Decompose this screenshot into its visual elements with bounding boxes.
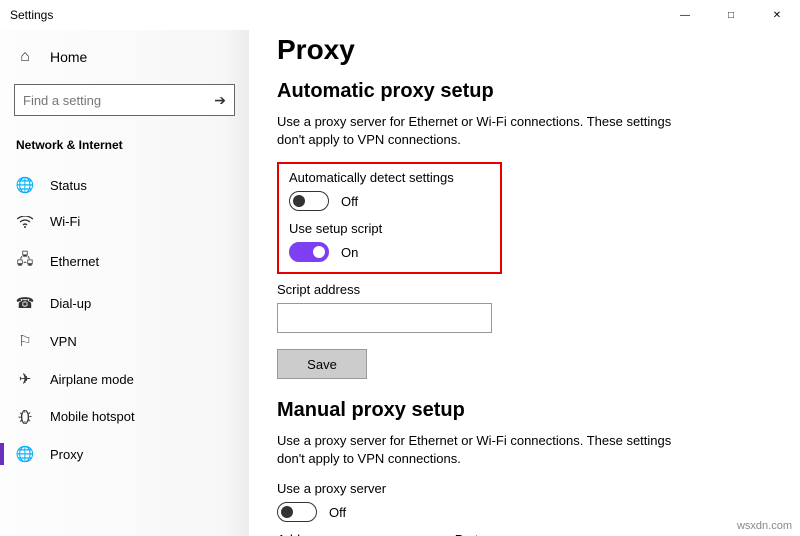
sidebar-item-label: Wi-Fi [50,214,80,229]
sidebar-item-label: Mobile hotspot [50,409,135,424]
maximize-button[interactable]: □ [708,0,754,30]
sidebar-item-label: Airplane mode [50,372,134,387]
minimize-button[interactable]: — [662,0,708,30]
use-proxy-toggle[interactable] [277,502,317,522]
manual-address-label: Address [277,532,325,536]
home-icon: ⌂ [16,48,34,66]
use-proxy-label: Use a proxy server [277,481,772,496]
sidebar: ⌂ Home ➔ Network & Internet 🌐 Status Wi-… [0,30,249,536]
close-button[interactable]: ✕ [754,0,800,30]
sidebar-item-label: Ethernet [50,254,99,269]
search-input[interactable] [23,93,214,108]
sidebar-item-vpn[interactable]: ⚐ VPN [0,322,249,360]
home-label: Home [50,49,87,65]
status-icon: 🌐 [16,176,34,194]
script-toggle[interactable] [289,242,329,262]
window-title: Settings [10,8,53,22]
script-state: On [341,245,358,260]
airplane-icon: ✈ [16,370,34,388]
detect-label: Automatically detect settings [289,170,490,185]
sidebar-item-label: VPN [50,334,77,349]
home-nav[interactable]: ⌂ Home [0,40,249,74]
vpn-icon: ⚐ [16,332,34,350]
search-input-container[interactable]: ➔ [14,84,235,116]
auto-desc: Use a proxy server for Ethernet or Wi-Fi… [277,113,677,148]
ethernet-icon: 🖧 [16,249,34,274]
sidebar-item-airplane[interactable]: ✈ Airplane mode [0,360,249,398]
sidebar-item-status[interactable]: 🌐 Status [0,166,249,204]
detect-state: Off [341,194,358,209]
script-label: Use setup script [289,221,490,236]
watermark: wsxdn.com [737,520,792,532]
sidebar-item-label: Proxy [50,447,83,462]
save-button[interactable]: Save [277,349,367,379]
sidebar-item-label: Dial-up [50,296,91,311]
detect-toggle[interactable] [289,191,329,211]
sidebar-item-wifi[interactable]: Wi-Fi [0,204,249,239]
wifi-icon [16,216,34,228]
sidebar-item-hotspot[interactable]: (҉) Mobile hotspot [0,398,249,435]
proxy-icon: 🌐 [16,445,34,463]
auto-heading: Automatic proxy setup [277,80,772,103]
hotspot-icon: (҉) [16,408,34,425]
use-proxy-state: Off [329,505,346,520]
script-address-input[interactable] [277,303,492,333]
address-label: Script address [277,282,772,297]
content-area: Proxy Automatic proxy setup Use a proxy … [249,30,800,536]
manual-desc: Use a proxy server for Ethernet or Wi-Fi… [277,432,677,467]
sidebar-item-ethernet[interactable]: 🖧 Ethernet [0,239,249,284]
highlight-annotation: Automatically detect settings Off Use se… [277,162,502,274]
sidebar-item-label: Status [50,178,87,193]
dialup-icon: ☎ [16,294,34,312]
section-title: Network & Internet [0,130,249,166]
sidebar-item-proxy[interactable]: 🌐 Proxy [0,435,249,473]
manual-port-label: Port [455,532,479,536]
search-icon: ➔ [214,92,226,109]
manual-heading: Manual proxy setup [277,399,772,422]
page-title: Proxy [277,34,772,66]
sidebar-item-dialup[interactable]: ☎ Dial-up [0,284,249,322]
